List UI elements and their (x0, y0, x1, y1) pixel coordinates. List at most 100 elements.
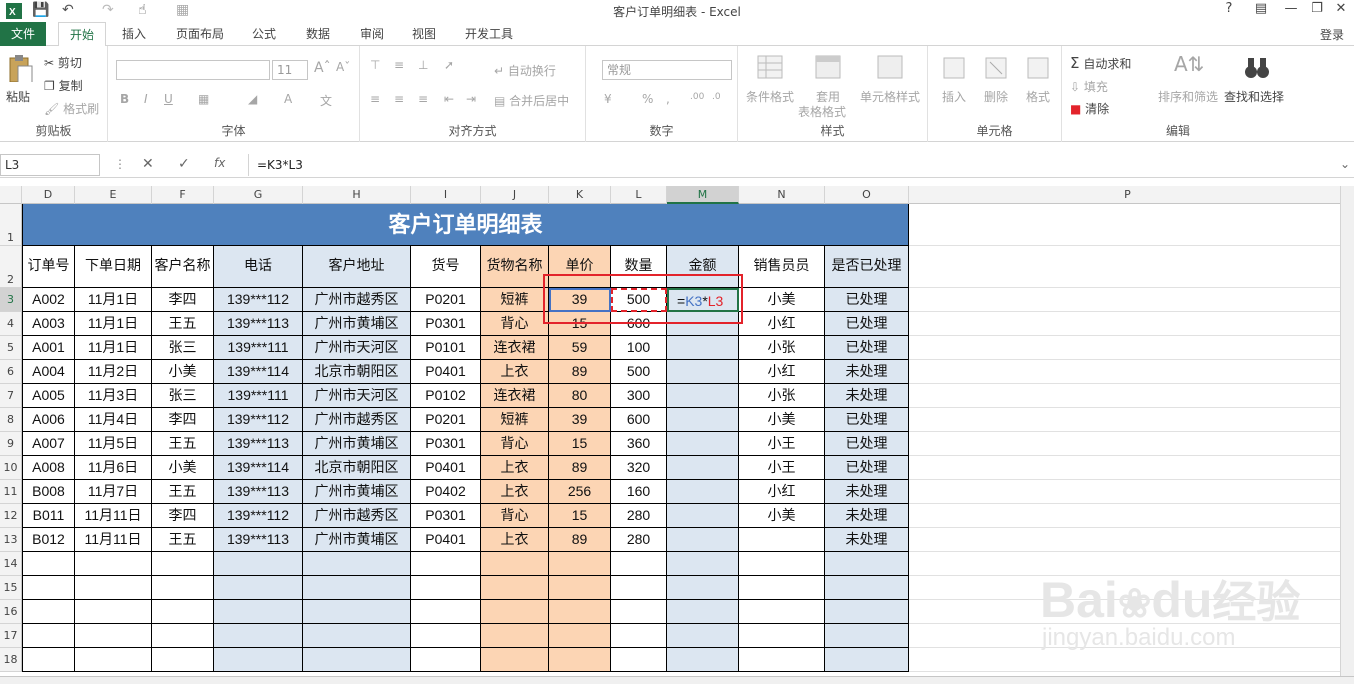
data-cell[interactable]: 李四 (152, 504, 214, 528)
bold-icon[interactable]: B (120, 92, 129, 106)
data-cell[interactable]: 280 (611, 504, 667, 528)
column-header-f[interactable]: F (152, 186, 214, 204)
header-cell[interactable]: 下单日期 (75, 246, 152, 288)
data-cell[interactable]: A002 (22, 288, 75, 312)
data-cell[interactable]: 11月6日 (75, 456, 152, 480)
header-cell[interactable]: 电话 (214, 246, 303, 288)
format-cells-icon[interactable] (1024, 54, 1054, 82)
data-cell[interactable]: 已处理 (825, 432, 909, 456)
data-cell[interactable]: 600 (611, 408, 667, 432)
data-cell[interactable]: 已处理 (825, 288, 909, 312)
data-cell[interactable]: 11月5日 (75, 432, 152, 456)
data-cell[interactable] (667, 336, 739, 360)
column-header-j[interactable]: J (481, 186, 549, 204)
column-header-k[interactable]: K (549, 186, 611, 204)
empty-cell[interactable] (303, 624, 411, 648)
empty-cell[interactable] (152, 552, 214, 576)
conditional-format-button[interactable]: 条件格式 (746, 88, 794, 105)
data-cell[interactable]: A008 (22, 456, 75, 480)
row-header-1[interactable]: 1 (0, 204, 22, 246)
find-select-button[interactable]: 查找和选择 (1224, 88, 1284, 105)
data-cell[interactable]: P0401 (411, 360, 481, 384)
empty-cell[interactable] (825, 552, 909, 576)
empty-cell[interactable] (739, 624, 825, 648)
empty-cell[interactable] (75, 648, 152, 672)
empty-cell[interactable] (303, 600, 411, 624)
empty-cell[interactable] (667, 624, 739, 648)
data-cell[interactable]: B012 (22, 528, 75, 552)
data-cell[interactable]: 张三 (152, 384, 214, 408)
delete-button[interactable]: 删除 (984, 88, 1008, 105)
empty-cell[interactable] (75, 624, 152, 648)
data-cell[interactable]: 李四 (152, 288, 214, 312)
header-cell[interactable]: 订单号 (22, 246, 75, 288)
data-cell[interactable] (667, 408, 739, 432)
header-cell[interactable]: 销售员员 (739, 246, 825, 288)
empty-cell[interactable] (303, 552, 411, 576)
name-box[interactable]: L3 (0, 154, 100, 176)
data-cell[interactable]: A004 (22, 360, 75, 384)
row-header-7[interactable]: 7 (0, 384, 22, 408)
login-link[interactable]: 登录 (1320, 26, 1344, 43)
underline-icon[interactable]: U (164, 92, 173, 106)
data-cell[interactable]: 320 (611, 456, 667, 480)
empty-cell[interactable] (611, 648, 667, 672)
empty-cell[interactable] (152, 648, 214, 672)
table-format-icon[interactable] (814, 54, 844, 82)
data-cell[interactable]: A003 (22, 312, 75, 336)
data-cell[interactable]: 139***113 (214, 528, 303, 552)
data-cell[interactable]: 139***113 (214, 312, 303, 336)
data-cell[interactable]: A007 (22, 432, 75, 456)
fill-color-icon[interactable]: ◢ (248, 92, 257, 106)
empty-cell[interactable] (152, 576, 214, 600)
data-cell[interactable]: B011 (22, 504, 75, 528)
data-cell[interactable]: 未处理 (825, 528, 909, 552)
data-cell[interactable]: 160 (611, 480, 667, 504)
close-icon[interactable]: ✕ (1330, 1, 1352, 19)
row-header-2[interactable]: 2 (0, 246, 22, 288)
empty-cell[interactable] (667, 648, 739, 672)
empty-cell[interactable] (22, 576, 75, 600)
empty-cell[interactable] (75, 600, 152, 624)
column-header-n[interactable]: N (739, 186, 825, 204)
indent-increase-icon[interactable]: ⇥ (466, 92, 476, 106)
phonetic-icon[interactable]: 文 (320, 92, 332, 109)
empty-cell[interactable] (739, 648, 825, 672)
tab-home[interactable]: 开始 (58, 22, 106, 47)
empty-cell[interactable] (214, 624, 303, 648)
cancel-icon[interactable]: ✕ (142, 156, 154, 172)
font-name-combo[interactable] (116, 60, 270, 80)
data-cell[interactable]: 未处理 (825, 480, 909, 504)
row-header-12[interactable]: 12 (0, 504, 22, 528)
empty-cell[interactable] (825, 600, 909, 624)
clear-button[interactable]: ■ 清除 (1070, 100, 1109, 117)
data-cell[interactable]: 背心 (481, 312, 549, 336)
cell-styles-button[interactable]: 单元格样式 (860, 88, 920, 105)
data-cell[interactable]: 300 (611, 384, 667, 408)
data-cell[interactable]: 广州市越秀区 (303, 408, 411, 432)
merge-center-button[interactable]: ▤ 合并后居中 (494, 92, 569, 109)
empty-cell[interactable] (22, 552, 75, 576)
empty-cell[interactable] (411, 576, 481, 600)
data-cell[interactable]: 连衣裙 (481, 384, 549, 408)
data-cell[interactable]: 已处理 (825, 336, 909, 360)
data-cell[interactable]: 139***112 (214, 288, 303, 312)
data-cell[interactable]: 李四 (152, 408, 214, 432)
data-cell[interactable]: 小张 (739, 336, 825, 360)
data-cell[interactable]: 256 (549, 480, 611, 504)
minimize-icon[interactable]: — (1280, 1, 1302, 19)
empty-cell[interactable] (825, 648, 909, 672)
empty-cell[interactable] (303, 576, 411, 600)
empty-cell[interactable] (411, 624, 481, 648)
data-cell[interactable]: P0102 (411, 384, 481, 408)
empty-cell[interactable] (549, 600, 611, 624)
data-cell[interactable]: 短裤 (481, 288, 549, 312)
data-cell[interactable] (667, 504, 739, 528)
empty-cell[interactable] (75, 552, 152, 576)
increase-decimal-icon[interactable]: .00 (690, 92, 704, 102)
data-cell[interactable]: 139***112 (214, 408, 303, 432)
data-cell[interactable]: 15 (549, 504, 611, 528)
empty-cell[interactable] (22, 600, 75, 624)
orientation-icon[interactable]: ➚ (444, 58, 454, 72)
row-header-18[interactable]: 18 (0, 648, 22, 672)
